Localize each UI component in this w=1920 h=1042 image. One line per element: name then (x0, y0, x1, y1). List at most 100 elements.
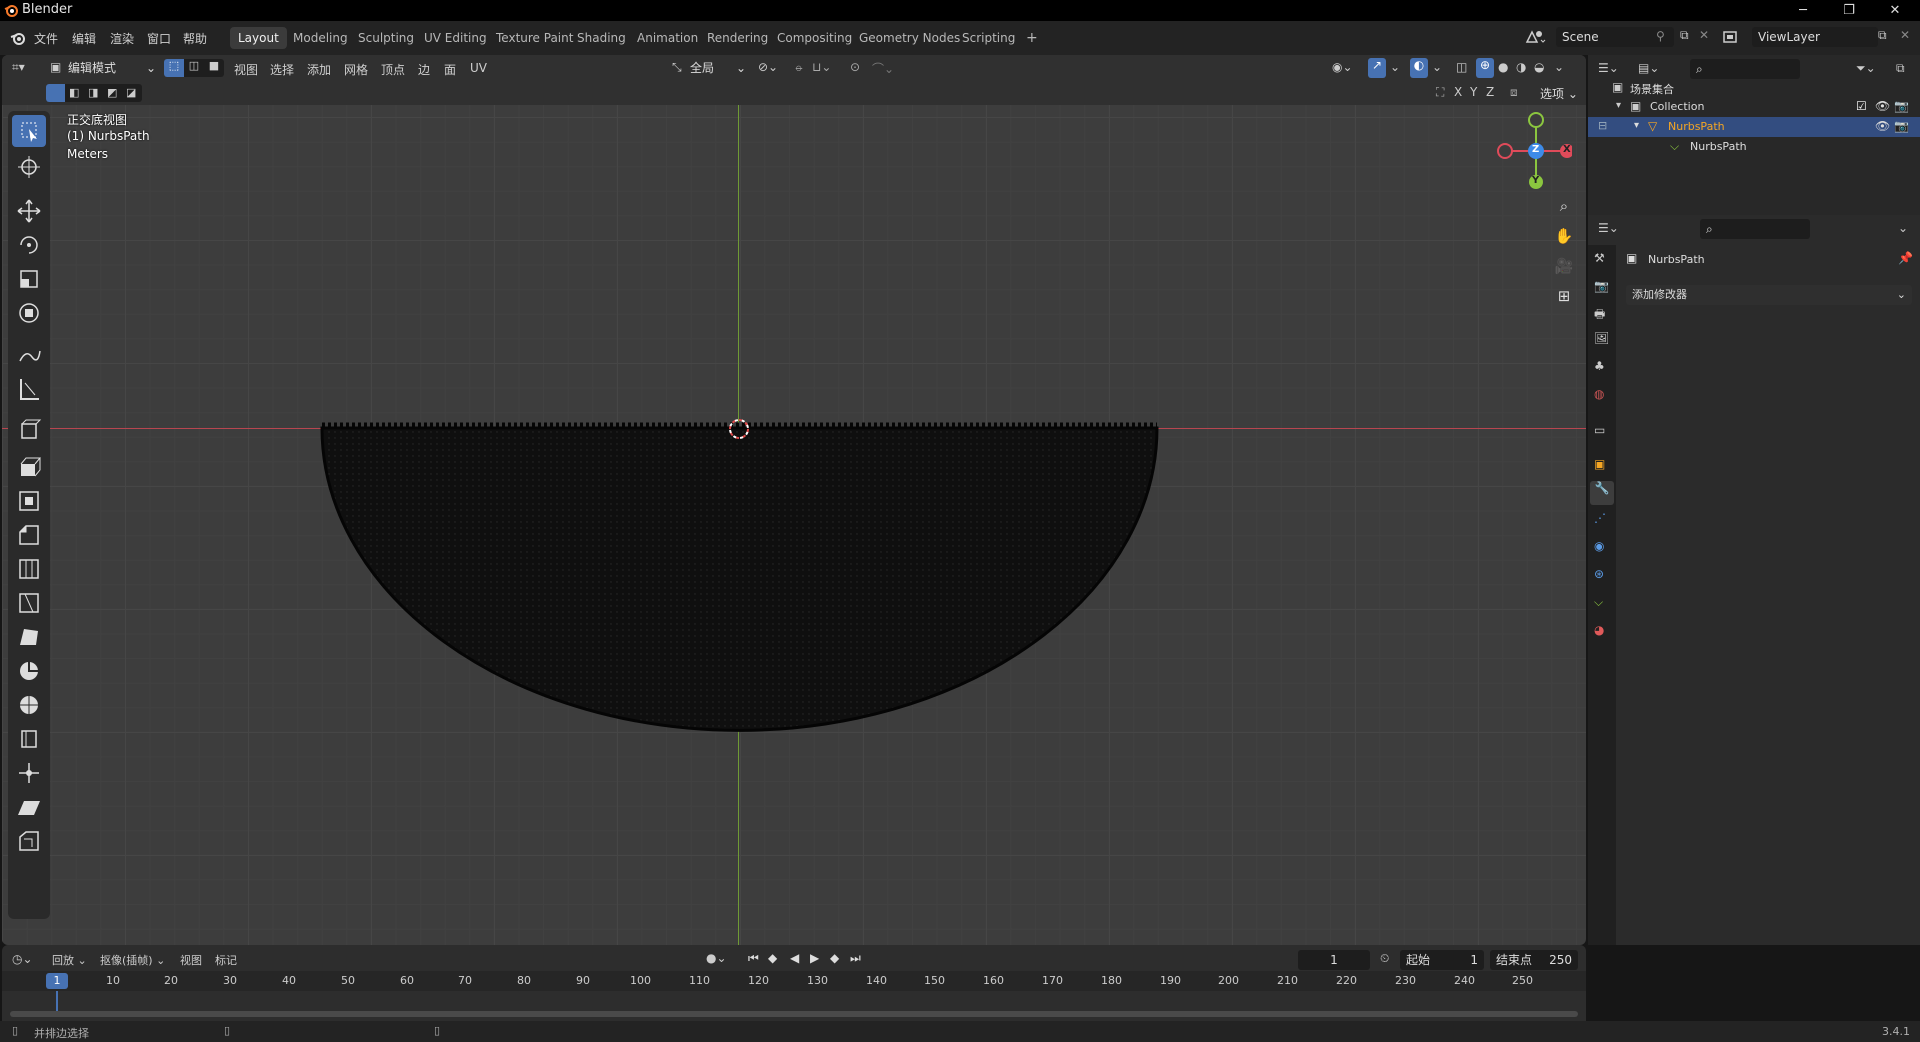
properties-editor-icon[interactable]: ☰⌄ (1598, 221, 1619, 235)
view-layer-field[interactable]: ViewLayer (1752, 27, 1878, 47)
tab-shading[interactable]: Shading (569, 27, 634, 49)
spin-tool-icon[interactable] (12, 655, 46, 687)
tab-scripting[interactable]: Scripting (954, 27, 1023, 49)
outliner-editor-icon[interactable]: ☰⌄ (1598, 61, 1619, 75)
menu-marker[interactable]: 标记 (215, 952, 237, 968)
properties-search-input[interactable]: ⌕ (1700, 219, 1810, 239)
transform-tool-icon[interactable] (12, 297, 46, 329)
blender-menu-icon[interactable] (10, 30, 26, 46)
scene-icon[interactable] (1524, 28, 1546, 46)
rotate-tool-icon[interactable] (12, 229, 46, 261)
show-gizmo-icon[interactable]: ↗ (1368, 58, 1386, 78)
menu-mesh[interactable]: 网格 (344, 61, 368, 78)
select-extend-icon[interactable]: ◧ (69, 86, 79, 99)
measure-tool-icon[interactable] (12, 373, 46, 405)
xray-icon[interactable]: ◫ (1456, 60, 1467, 74)
material-tab-icon[interactable]: ◕ (1594, 623, 1604, 637)
playhead[interactable]: 1 (46, 973, 68, 989)
select-box-tool-icon[interactable] (12, 115, 46, 147)
output-tab-icon[interactable]: 🖶 (1594, 305, 1605, 326)
frame-ruler[interactable]: 1 10 20 30 40 50 60 70 80 90 100 110 120… (2, 971, 1586, 991)
shrink-fatten-tool-icon[interactable] (12, 757, 46, 789)
tab-layout[interactable]: Layout (230, 27, 287, 49)
pin-scene-icon[interactable]: ⚲ (1656, 29, 1665, 43)
tab-modeling[interactable]: Modeling (285, 27, 356, 49)
solid-shading-icon[interactable]: ● (1498, 60, 1508, 74)
tool-tab-icon[interactable]: ⚒ (1594, 251, 1605, 265)
timeline-scrollbar[interactable] (10, 1011, 1578, 1017)
start-frame-field[interactable]: 起始 1 (1400, 950, 1484, 970)
axis-x-toggle[interactable]: X (1454, 85, 1462, 99)
viewport-canvas[interactable] (2, 105, 1586, 945)
menu-playback[interactable]: 回放 ⌄ (52, 952, 87, 968)
tab-animation[interactable]: Animation (629, 27, 706, 49)
new-collection-icon[interactable]: ⧉ (1896, 61, 1905, 76)
expand-object-icon[interactable]: ▾ (1634, 120, 1639, 131)
proportional-edit-icon[interactable]: ⊙ (850, 60, 860, 74)
extrude-tool-icon[interactable] (12, 451, 46, 483)
pin-icon[interactable]: 📌 (1898, 251, 1913, 265)
menu-edge[interactable]: 边 (418, 61, 430, 78)
menu-keying[interactable]: 抠像(插帧) ⌄ (100, 952, 165, 968)
gizmo-dropdown-icon[interactable]: ⌄ (1390, 60, 1400, 74)
object-tab-icon[interactable]: ▣ (1594, 457, 1605, 471)
mode-selector[interactable]: 编辑模式 ⌄ (68, 59, 158, 77)
scene-collection-label[interactable]: 场景集合 (1630, 81, 1674, 97)
play-reverse-icon[interactable]: ◀ (790, 951, 799, 965)
add-modifier-dropdown[interactable]: 添加修改器 ⌄ (1626, 285, 1912, 305)
jump-start-icon[interactable]: ⏮ (748, 951, 759, 966)
select-intersect-icon[interactable]: ◪ (126, 86, 136, 99)
menu-render[interactable]: 渲染 (110, 30, 134, 47)
object-visibility-eye-icon[interactable]: 👁 (1875, 119, 1890, 133)
camera-view-icon[interactable]: 🎥 (1551, 257, 1577, 281)
auto-keying-icon[interactable]: ●⌄ (706, 951, 727, 965)
edge-slide-tool-icon[interactable] (12, 723, 46, 755)
render-camera-icon[interactable]: 📷 (1894, 99, 1909, 113)
smooth-tool-icon[interactable] (12, 689, 46, 721)
play-icon[interactable]: ▶ (810, 951, 819, 965)
menu-timeline-view[interactable]: 视图 (180, 952, 202, 968)
timeline-editor-icon[interactable]: ◷⌄ (12, 952, 33, 966)
collection-tab-icon[interactable]: ▭ (1594, 423, 1605, 437)
display-mode-icon[interactable]: ▤⌄ (1638, 61, 1659, 75)
tab-sculpting[interactable]: Sculpting (350, 27, 422, 49)
menu-file[interactable]: 文件 (34, 30, 58, 47)
menu-uv[interactable]: UV (470, 61, 487, 75)
nurbs-path-mesh[interactable] (2, 105, 1586, 945)
add-cube-tool-icon[interactable] (12, 413, 46, 445)
tab-texture-paint[interactable]: Texture Paint (488, 27, 581, 49)
current-frame-field[interactable]: 1 (1298, 950, 1370, 970)
constraints-tab-icon[interactable]: ⊛ (1594, 567, 1604, 581)
poly-build-tool-icon[interactable] (12, 621, 46, 653)
menu-face[interactable]: 面 (444, 61, 456, 78)
rendered-shading-icon[interactable]: ◒ (1534, 60, 1544, 74)
view-layer-icon[interactable] (1722, 28, 1744, 46)
outliner-row-data[interactable]: ⌵ NurbsPath (1588, 137, 1920, 157)
cursor-tool-icon[interactable] (12, 151, 46, 183)
render-tab-icon[interactable]: 📷 (1594, 279, 1609, 293)
data-tab-icon[interactable]: ⌵ (1594, 595, 1603, 610)
new-view-layer-icon[interactable]: ⧉ (1878, 28, 1887, 43)
expand-collection-icon[interactable]: ▾ (1616, 100, 1621, 111)
overlays-dropdown-icon[interactable]: ⌄ (1432, 60, 1442, 74)
scale-tool-icon[interactable] (12, 263, 46, 295)
select-subtract-icon[interactable]: ◨ (88, 86, 98, 99)
outliner-row-object[interactable]: ⊟ ▾ ▽ NurbsPath 👁 📷 (1588, 117, 1920, 137)
tab-uv-editing[interactable]: UV Editing (416, 27, 495, 49)
menu-select[interactable]: 选择 (270, 61, 294, 78)
close-button[interactable]: ✕ (1872, 0, 1918, 21)
move-tool-icon[interactable] (12, 195, 46, 227)
knife-tool-icon[interactable] (12, 587, 46, 619)
3d-viewport[interactable]: ⌗▾ ▣ 编辑模式 ⌄ ⬚ ◫ ■ 视图 选择 添加 网格 顶点 边 面 UV ⤡… (2, 55, 1586, 945)
view-layer-tab-icon[interactable]: 🖼 (1594, 331, 1609, 345)
menu-window[interactable]: 窗口 (147, 30, 171, 47)
physics-tab-icon[interactable]: ◉ (1594, 539, 1604, 553)
prev-keyframe-icon[interactable]: ◆ (768, 951, 777, 965)
tab-geometry-nodes[interactable]: Geometry Nodes (851, 27, 968, 49)
next-keyframe-icon[interactable]: ◆ (830, 951, 839, 965)
world-tab-icon[interactable]: ◍ (1594, 387, 1604, 401)
bevel-tool-icon[interactable] (12, 519, 46, 551)
add-workspace-button[interactable]: + (1018, 27, 1046, 49)
face-select-icon[interactable]: ■ (204, 59, 224, 77)
menu-edit[interactable]: 编辑 (72, 30, 96, 47)
